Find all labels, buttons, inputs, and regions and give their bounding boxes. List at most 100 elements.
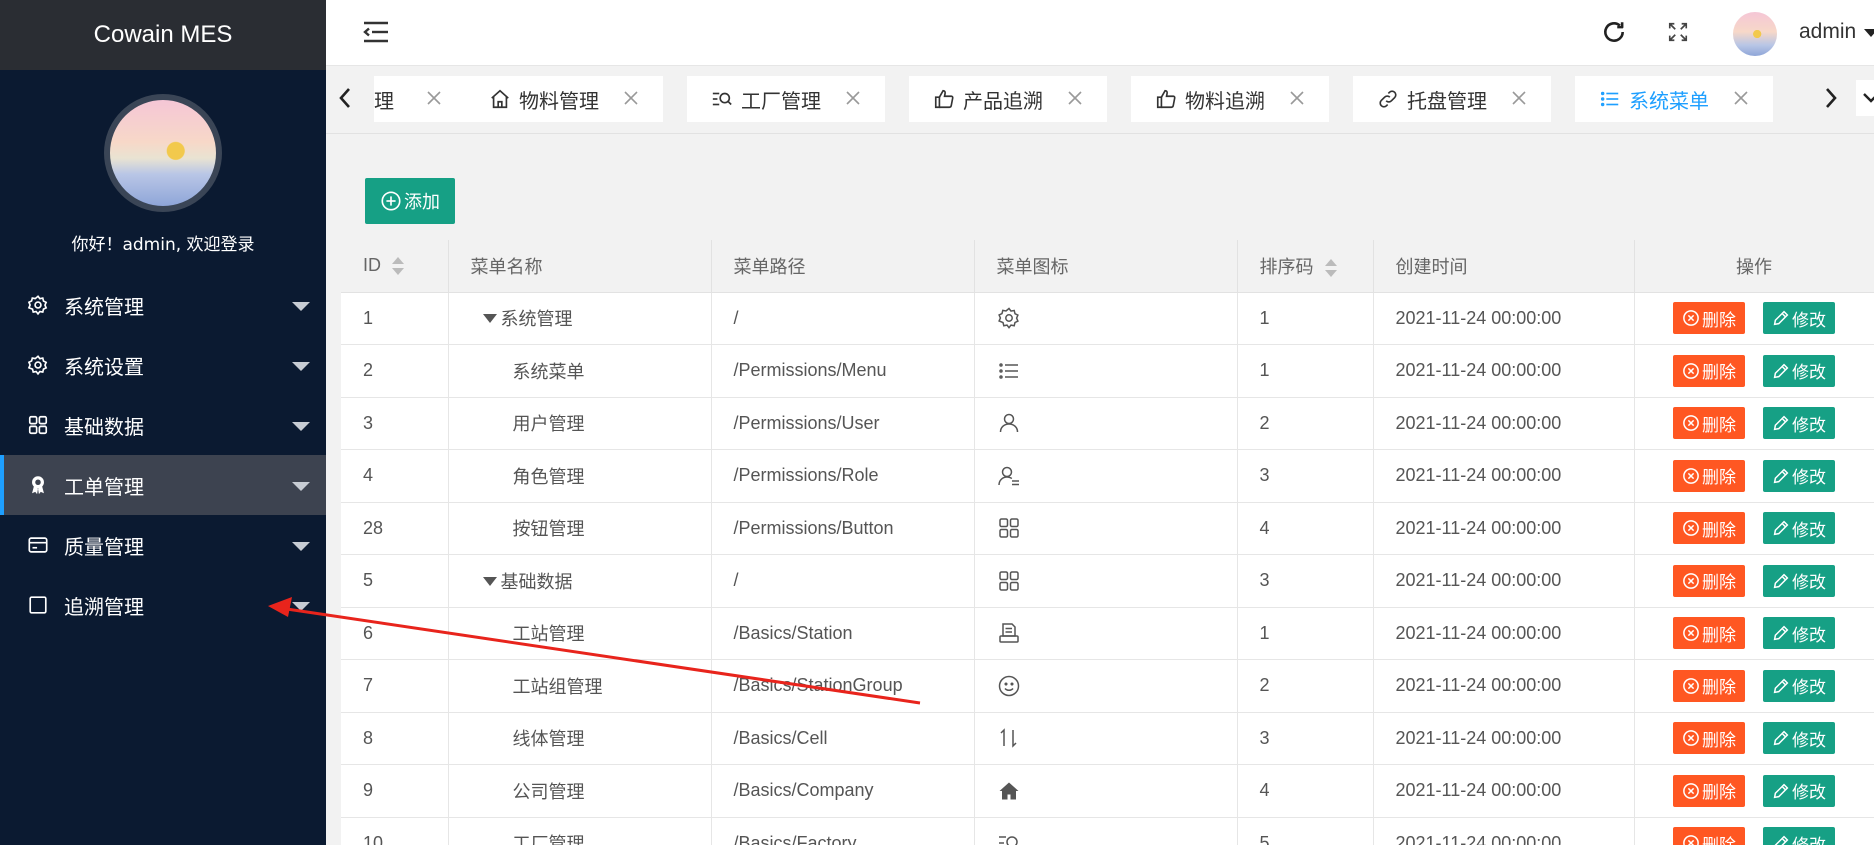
menu-name: 工厂管理 xyxy=(512,834,585,845)
close-icon[interactable] xyxy=(1287,88,1307,108)
cell-path: /Permissions/Role xyxy=(711,449,975,503)
menu-collapse-icon[interactable] xyxy=(362,20,390,44)
delete-button[interactable]: 删除 xyxy=(1673,512,1745,545)
close-icon[interactable] xyxy=(424,88,444,108)
edit-button[interactable]: 修改 xyxy=(1763,774,1835,807)
cell-created: 2021-11-24 00:00:00 xyxy=(1373,659,1635,713)
sidebar-item-traceability[interactable]: 追溯管理 xyxy=(0,575,326,635)
grid-icon xyxy=(998,571,1019,591)
column-header-name: 菜单名称 xyxy=(448,240,712,293)
sidebar-item-system-settings[interactable]: 系统设置 xyxy=(0,335,326,395)
cell-name: 公司管理 xyxy=(448,764,712,818)
header-username[interactable]: admin xyxy=(1799,20,1856,44)
app-title: Cowain MES xyxy=(0,0,326,70)
close-icon[interactable] xyxy=(1065,88,1085,108)
grid-icon xyxy=(998,518,1019,538)
close-circle-icon xyxy=(1683,730,1699,747)
edit-button[interactable]: 修改 xyxy=(1763,512,1835,545)
close-circle-icon xyxy=(1683,677,1699,694)
fullscreen-icon[interactable] xyxy=(1664,18,1692,46)
cell-id: 7 xyxy=(341,659,449,713)
tab-product-trace[interactable]: 产品追溯 xyxy=(909,76,1107,122)
column-header-actions: 操作 xyxy=(1634,240,1874,293)
edit-button[interactable]: 修改 xyxy=(1763,302,1835,335)
close-circle-icon xyxy=(1683,310,1699,327)
edit-button[interactable]: 修改 xyxy=(1763,354,1835,387)
cell-created: 2021-11-24 00:00:00 xyxy=(1373,817,1635,845)
edit-button[interactable]: 修改 xyxy=(1763,617,1835,650)
cell-name: 工站组管理 xyxy=(448,659,712,713)
delete-button[interactable]: 删除 xyxy=(1673,827,1745,845)
tab-label: 托盘管理 xyxy=(1407,88,1487,113)
tab-material-trace[interactable]: 物料追溯 xyxy=(1131,76,1329,122)
close-icon[interactable] xyxy=(843,88,863,108)
delete-button[interactable]: 删除 xyxy=(1673,617,1745,650)
tabs-more-icon[interactable] xyxy=(1856,80,1874,116)
sort-arrows-icon xyxy=(999,728,1017,749)
delete-button[interactable]: 删除 xyxy=(1673,302,1745,335)
tab-partial[interactable]: 理 xyxy=(374,76,466,122)
delete-button[interactable]: 删除 xyxy=(1673,774,1745,807)
delete-button[interactable]: 删除 xyxy=(1673,354,1745,387)
cell-id: 2 xyxy=(341,344,449,398)
table-row: 2 系统菜单/Permissions/Menu 1 2021-11-24 00:00:… xyxy=(341,344,1874,398)
tab-factory-management[interactable]: 工厂管理 xyxy=(687,76,885,122)
column-header-id[interactable]: ID xyxy=(341,240,449,293)
user-avatar[interactable] xyxy=(104,94,222,212)
cell-sort: 1 xyxy=(1237,292,1374,345)
edit-button[interactable]: 修改 xyxy=(1763,827,1835,845)
cell-path: /Basics/Cell xyxy=(711,712,975,765)
cell-icon xyxy=(974,292,1238,345)
delete-button[interactable]: 删除 xyxy=(1673,564,1745,597)
sidebar-item-label: 追溯管理 xyxy=(64,594,144,619)
pencil-icon xyxy=(1773,573,1789,589)
refresh-icon[interactable] xyxy=(1600,18,1628,46)
add-button[interactable]: 添加 xyxy=(365,178,455,224)
cell-sort: 3 xyxy=(1237,449,1374,503)
cell-actions: 删除修改 xyxy=(1634,659,1874,713)
table-toolbar: 添加 xyxy=(341,160,1874,240)
sidebar-item-basic-data[interactable]: 基础数据 xyxy=(0,395,326,455)
table-row: 6 工站管理/Basics/Station 1 2021-11-24 00:00:00… xyxy=(341,607,1874,660)
grid-icon xyxy=(26,413,50,437)
expand-triangle-icon[interactable] xyxy=(482,314,497,323)
delete-button[interactable]: 删除 xyxy=(1673,407,1745,440)
table-header-row: ID 菜单名称 菜单路径 菜单图标 排序码 创建时间 操作 xyxy=(341,240,1874,293)
edit-button[interactable]: 修改 xyxy=(1763,722,1835,755)
edit-button[interactable]: 修改 xyxy=(1763,407,1835,440)
tabs-next-icon[interactable] xyxy=(1816,80,1846,116)
tab-pallet-management[interactable]: 托盘管理 xyxy=(1353,76,1551,122)
cell-actions: 删除修改 xyxy=(1634,502,1874,555)
close-icon[interactable] xyxy=(1509,88,1529,108)
menu-name: 角色管理 xyxy=(512,466,585,487)
tab-material-management[interactable]: 物料管理 xyxy=(465,76,663,122)
cell-created: 2021-11-24 00:00:00 xyxy=(1373,449,1635,503)
user-icon xyxy=(999,414,1018,433)
column-header-path: 菜单路径 xyxy=(711,240,975,293)
delete-button[interactable]: 删除 xyxy=(1673,669,1745,702)
delete-button[interactable]: 删除 xyxy=(1673,722,1745,755)
caret-down-icon xyxy=(292,482,310,491)
caret-down-icon[interactable] xyxy=(1864,29,1874,37)
sort-icon[interactable] xyxy=(1324,258,1338,278)
expand-triangle-icon[interactable] xyxy=(482,576,497,586)
sort-icon[interactable] xyxy=(391,256,405,276)
edit-button[interactable]: 修改 xyxy=(1763,669,1835,702)
sidebar-item-quality[interactable]: 质量管理 xyxy=(0,515,326,575)
column-header-icon: 菜单图标 xyxy=(974,240,1238,293)
edit-button[interactable]: 修改 xyxy=(1763,564,1835,597)
column-header-sort[interactable]: 排序码 xyxy=(1237,240,1374,293)
sidebar-item-system-management[interactable]: 系统管理 xyxy=(0,275,326,335)
close-icon[interactable] xyxy=(621,88,641,108)
printer-icon xyxy=(998,623,1019,643)
sidebar-item-label: 工单管理 xyxy=(64,474,144,499)
table-row: 8 线体管理/Basics/Cell 3 2021-11-24 00:00:00 删除修… xyxy=(341,712,1874,765)
sidebar-item-work-order[interactable]: 工单管理 xyxy=(0,455,326,515)
delete-button[interactable]: 删除 xyxy=(1673,459,1745,492)
header-avatar[interactable] xyxy=(1733,12,1777,56)
tabs-prev-icon[interactable] xyxy=(330,80,360,116)
tab-system-menu[interactable]: 系统菜单 xyxy=(1575,76,1773,122)
sidebar-item-label: 系统管理 xyxy=(64,294,144,319)
edit-button[interactable]: 修改 xyxy=(1763,459,1835,492)
close-icon[interactable] xyxy=(1731,88,1751,108)
